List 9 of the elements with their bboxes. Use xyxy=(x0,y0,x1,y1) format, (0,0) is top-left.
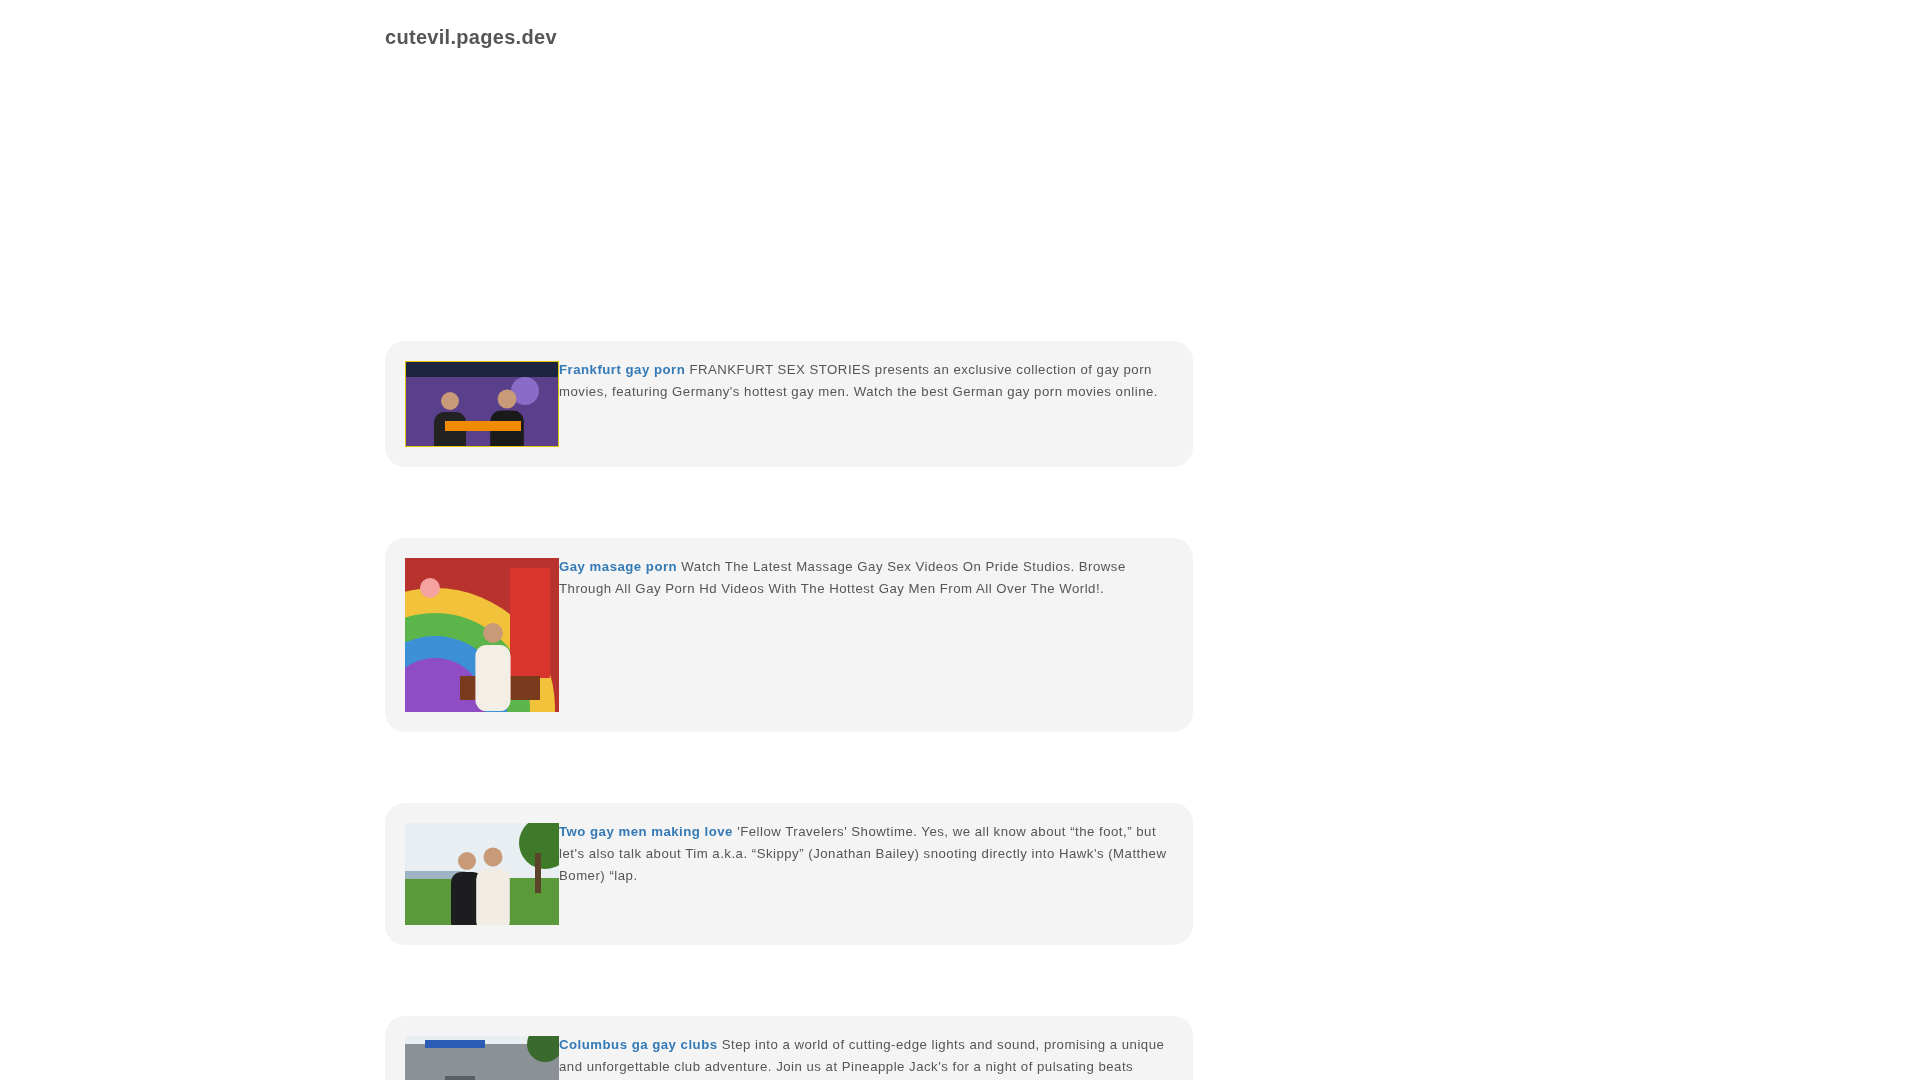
post-text: Frankfurt gay porn FRANKFURT SEX STORIES presents an exclusive collection of gay porn movies, featuring Germany's hottest gay men. Watch the best German gay porn movies online. xyxy=(559,361,1159,401)
post-text: Two gay men making love 'Fellow Travelers' Showtime. Yes, we all know about “the foot,” but let's also talk about Tim a.k.a. “Skippy” (Jonathan Bailey) snooting directly into Hawk's (Matthew Bomer) “lap. xyxy=(559,823,1168,885)
post-text: Gay masage porn Watch The Latest Massage Gay Sex Videos On Pride Studios. Browse Through All Gay Porn Hd Videos With The Hottest Gay Men From All Over The World!. xyxy=(559,558,1127,598)
post-link[interactable]: Gay masage porn xyxy=(559,559,678,574)
post-link[interactable]: Frankfurt gay porn xyxy=(559,362,686,377)
post-link[interactable]: Columbus ga gay clubs xyxy=(559,1037,718,1052)
post-link[interactable]: Two gay men making love xyxy=(559,824,733,839)
post-text: Columbus ga gay clubs Step into a world of cutting-edge lights and sound, promising a unique and unforgettable club adventure. Join us at Pineapple Jack's for a night of pulsating beats xyxy=(559,1036,1166,1076)
site-title[interactable]: cutevil.pages.dev xyxy=(385,26,557,49)
